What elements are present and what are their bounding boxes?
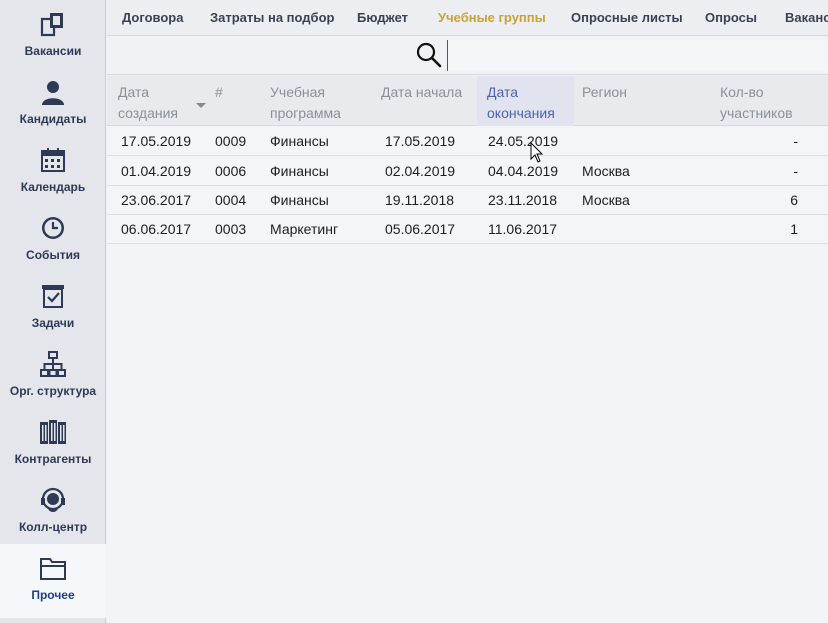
cell-program: Маркетинг: [270, 221, 339, 237]
sidebar-item-calendar[interactable]: Календарь: [0, 136, 106, 204]
column-header-start-date[interactable]: Дата начала: [381, 82, 462, 103]
search-input[interactable]: [447, 40, 828, 71]
cell-created: 17.05.2019: [121, 133, 192, 149]
cell-program: Финансы: [270, 133, 329, 149]
table-row[interactable]: 06.06.2017 0003 Маркетинг 05.06.2017 11.…: [107, 215, 828, 244]
sidebar-item-candidates[interactable]: Кандидаты: [0, 68, 106, 136]
cell-end-date: 11.06.2017: [488, 221, 558, 237]
call-center-icon: [38, 485, 68, 515]
column-header-end-date[interactable]: Дата окончания: [487, 82, 555, 124]
sidebar-item-label: Орг. структура: [9, 384, 97, 398]
cell-created: 06.06.2017: [121, 221, 192, 237]
cell-number: 0009: [215, 133, 247, 149]
tab-budget[interactable]: Бюджет: [357, 0, 408, 35]
cell-participants: -: [793, 163, 798, 179]
cell-end-date: 23.11.2018: [488, 192, 558, 208]
column-header-region[interactable]: Регион: [582, 82, 627, 103]
cell-start-date: 19.11.2018: [385, 192, 455, 208]
cell-number: 0004: [215, 192, 247, 208]
sidebar-item-other[interactable]: Прочее: [0, 544, 106, 618]
tab-recruiting-costs[interactable]: Затраты на подбор: [210, 0, 334, 35]
training-groups-table: Дата создания # Учебная программа Дата н…: [107, 76, 828, 623]
sidebar-item-label: События: [26, 248, 80, 262]
sidebar-item-label: Прочее: [31, 588, 75, 602]
sidebar-item-vacancies[interactable]: Вакансии: [0, 0, 106, 68]
sidebar-item-events[interactable]: События: [0, 204, 106, 272]
vacancies-icon: [38, 9, 68, 39]
column-header-program[interactable]: Учебная программа: [270, 82, 341, 124]
cell-created: 23.06.2017: [121, 192, 192, 208]
tab-training-groups[interactable]: Учебные группы: [438, 0, 546, 35]
tab-vacancies[interactable]: Вакансии: [785, 0, 828, 35]
org-structure-icon: [38, 349, 68, 379]
mouse-cursor-icon: [530, 141, 544, 164]
cell-number: 0003: [215, 221, 247, 237]
cell-end-date: 24.05.2019: [488, 133, 559, 149]
sidebar-item-call-center[interactable]: Колл-центр: [0, 476, 106, 544]
cell-number: 0006: [215, 163, 247, 179]
cell-region: Москва: [582, 163, 630, 179]
folder-icon: [38, 553, 68, 583]
top-tabs: Договора Затраты на подбор Бюджет Учебны…: [107, 0, 828, 36]
cell-start-date: 02.04.2019: [385, 163, 456, 179]
sidebar-item-contractors[interactable]: Контрагенты: [0, 408, 106, 476]
sidebar-item-label: Кандидаты: [19, 112, 87, 126]
search-icon[interactable]: [415, 41, 443, 69]
cell-region: Москва: [582, 192, 630, 208]
sidebar: Вакансии Кандидаты Календарь События Зад…: [0, 0, 106, 623]
clock-icon: [38, 213, 68, 243]
tasks-icon: [38, 281, 68, 311]
table-row[interactable]: 17.05.2019 0009 Финансы 17.05.2019 24.05…: [107, 127, 828, 156]
sidebar-item-tasks[interactable]: Задачи: [0, 272, 106, 340]
search-bar: [107, 36, 828, 75]
cell-participants: 6: [790, 192, 798, 208]
cell-program: Финансы: [270, 163, 329, 179]
column-header-participants[interactable]: Кол-во участников: [720, 82, 793, 124]
calendar-icon: [38, 145, 68, 175]
candidates-icon: [38, 77, 68, 107]
buildings-icon: [38, 417, 68, 447]
sidebar-item-label: Календарь: [20, 180, 86, 194]
table-row[interactable]: 23.06.2017 0004 Финансы 19.11.2018 23.11…: [107, 186, 828, 215]
sidebar-item-label: Колл-центр: [18, 520, 88, 534]
cell-participants: 1: [790, 221, 798, 237]
tab-surveys[interactable]: Опросы: [705, 0, 757, 35]
sidebar-item-org-structure[interactable]: Орг. структура: [0, 340, 106, 408]
cell-start-date: 05.06.2017: [385, 221, 456, 237]
sort-down-icon: [196, 103, 206, 108]
sidebar-item-label: Контрагенты: [14, 452, 92, 466]
cell-end-date: 04.04.2019: [488, 163, 559, 179]
table-header: Дата создания # Учебная программа Дата н…: [107, 76, 828, 126]
column-header-created[interactable]: Дата создания: [118, 82, 208, 124]
table-row[interactable]: 01.04.2019 0006 Финансы 02.04.2019 04.04…: [107, 157, 828, 186]
sidebar-item-label: Задачи: [31, 316, 75, 330]
cell-participants: -: [793, 133, 798, 149]
tab-contracts[interactable]: Договора: [122, 0, 183, 35]
tab-questionnaires[interactable]: Опросные листы: [571, 0, 683, 35]
cell-program: Финансы: [270, 192, 329, 208]
cell-start-date: 17.05.2019: [385, 133, 456, 149]
column-header-number[interactable]: #: [215, 82, 223, 103]
cell-created: 01.04.2019: [121, 163, 192, 179]
sidebar-item-label: Вакансии: [24, 44, 82, 58]
